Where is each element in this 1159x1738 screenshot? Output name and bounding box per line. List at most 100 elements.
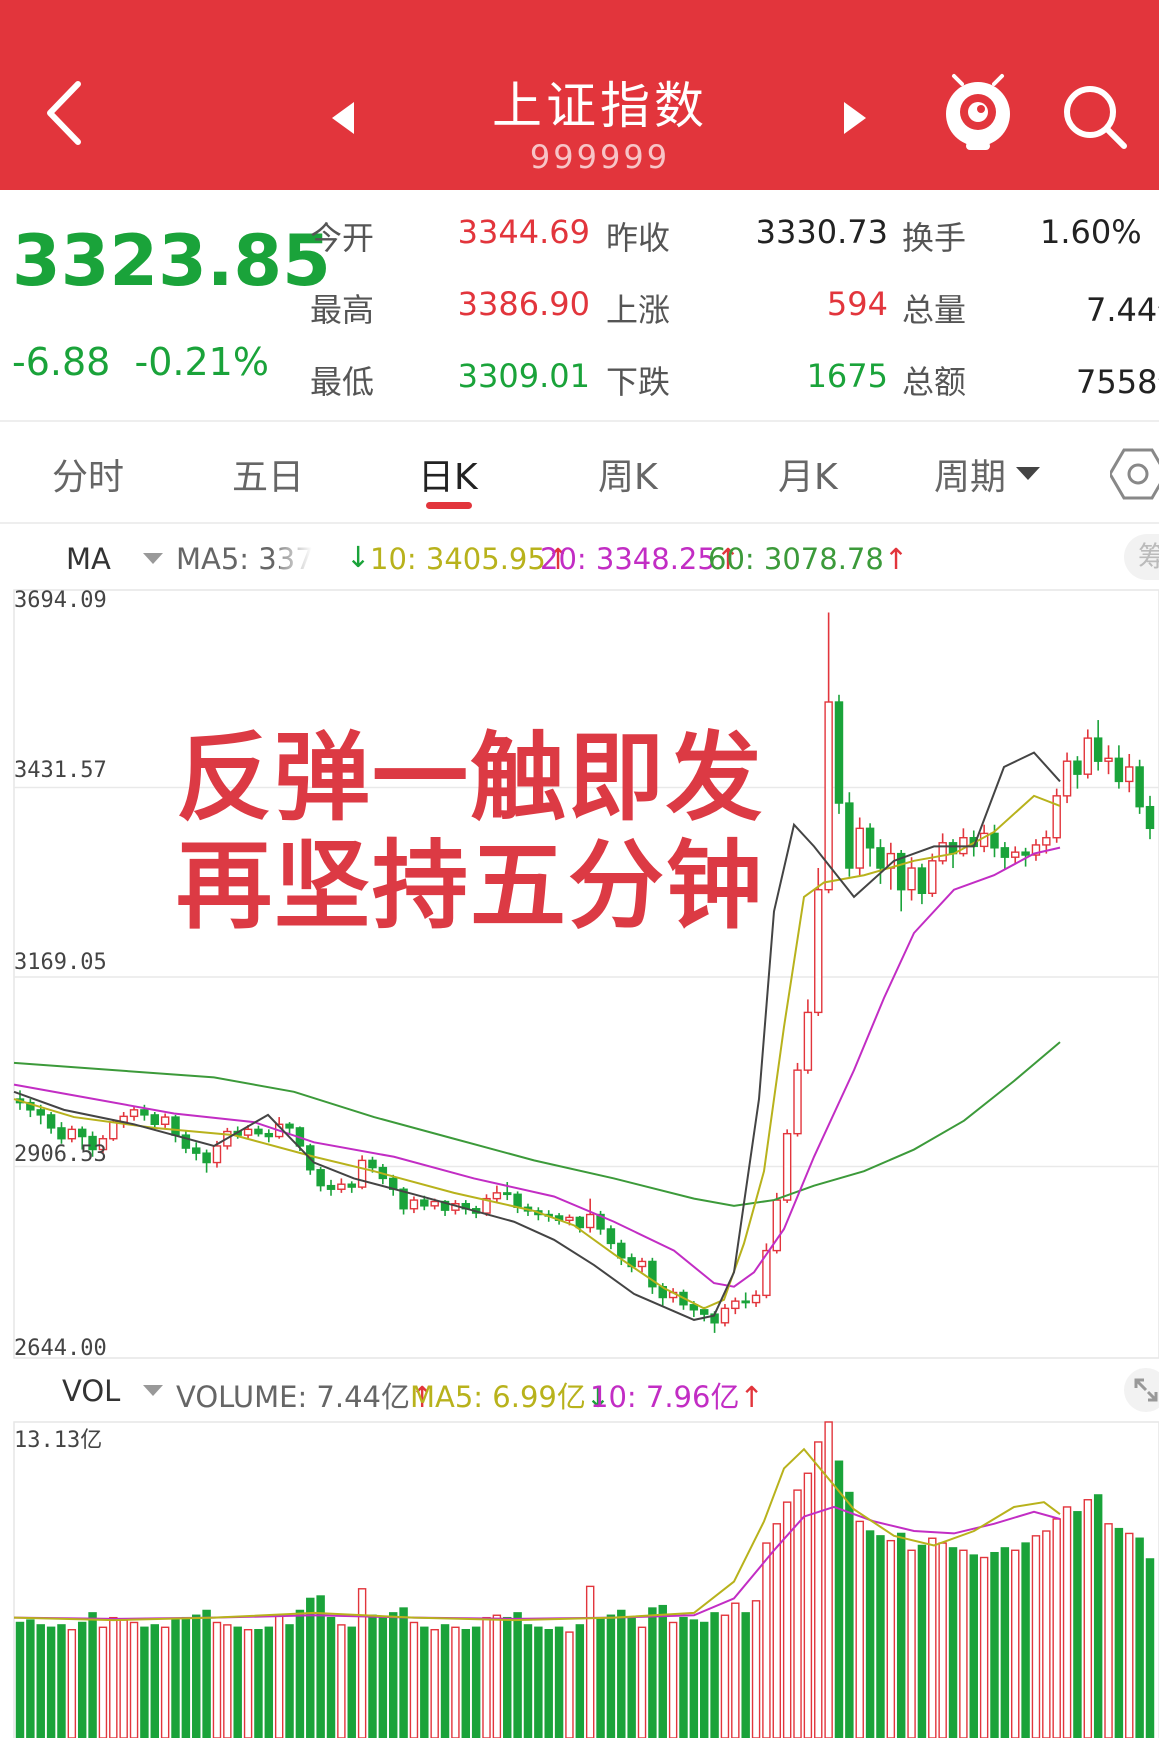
candlestick-chart[interactable] [0,580,1159,1360]
candle-body [503,1192,512,1196]
candle-body [990,832,999,849]
volume-bar [762,1542,771,1738]
candle-body [834,701,844,804]
volume-bar [554,1626,564,1738]
last-price: 3323.85 [12,220,331,302]
expand-icon[interactable] [1124,1368,1159,1412]
up-arrow-icon: ↑ [739,1380,764,1414]
high-value: 3386.90 [457,285,590,323]
ma60-line [13,1041,1061,1207]
advancers-value: 594 [826,285,888,323]
volume-bar [243,1628,253,1738]
volume-bar [471,1626,481,1738]
candle-body [150,1114,159,1125]
back-chevron-icon[interactable] [40,78,90,148]
candle-body [492,1192,502,1200]
volume-bar [710,1612,719,1738]
ma-legend-label[interactable]: MA [66,542,111,576]
search-icon[interactable] [1060,82,1130,152]
candle-body [430,1200,439,1207]
volume-bar [150,1624,159,1738]
volume-bar [565,1631,574,1738]
stock-code: 999999 [529,138,671,176]
advancers-label: 上涨 [606,291,671,329]
candle-body [782,1132,792,1201]
candle-body [337,1183,346,1190]
tab-intraday[interactable]: 分时 [52,448,124,500]
tab-monthly-k[interactable]: 月K [778,448,838,500]
vol-ma10-legend: 10: 7.96亿↑ [590,1380,764,1414]
volume-bar [720,1614,730,1738]
volume-bar [388,1612,398,1738]
tab-weekly-k[interactable]: 周K [598,448,658,500]
volume-bar [98,1626,108,1738]
candle-body [347,1183,356,1188]
decliners-label: 下跌 [606,363,671,401]
volume-bar [15,1621,25,1738]
volume-bar [585,1585,595,1738]
open-label: 今开 [310,219,375,257]
volume-bar [1052,1518,1061,1738]
volume-chart[interactable] [0,1420,1159,1738]
volume-bar [627,1616,636,1738]
volume-bar [731,1602,740,1738]
volume-bar [1135,1537,1144,1738]
volume-bar [57,1624,66,1738]
candle-body [36,1109,45,1116]
active-tab-indicator [426,502,472,509]
chip-distribution-button[interactable]: 筹 [1124,534,1159,580]
candle-body [243,1128,253,1136]
tab-five-day[interactable]: 五日 [232,448,304,500]
settings-hexagon-icon[interactable] [1110,446,1159,502]
candle-body [326,1184,336,1190]
vol-legend-label[interactable]: VOL [62,1374,120,1408]
volume-bar [855,1520,864,1738]
volume-bar [223,1624,232,1738]
candle-body [907,867,916,891]
candle-body [575,1216,585,1229]
volume-bar [492,1614,502,1738]
candle-body [1073,760,1082,775]
volume-bar [865,1530,875,1738]
high-label: 最高 [310,291,375,329]
candle-body [202,1152,211,1164]
candle-body [865,827,875,849]
volume-bar [368,1614,377,1738]
prev-triangle-icon[interactable] [328,100,358,136]
volume-bar [1000,1547,1010,1738]
price-axis-tick: 2906.53 [14,1142,107,1167]
volume-bar [420,1626,429,1738]
candle-body [513,1193,522,1209]
volume-bar [46,1626,56,1738]
candle-body [1042,837,1051,846]
volume-bar [617,1609,626,1738]
candle-body [1104,757,1113,762]
volume-bar [845,1491,854,1738]
volume-bar [482,1616,491,1738]
candle-body [77,1128,87,1138]
tab-period[interactable]: 周期 [934,448,1006,500]
volume-bar [772,1523,782,1738]
volume-bar [264,1626,274,1738]
volume-bar [202,1609,211,1738]
robot-assistant-icon[interactable] [940,72,1016,152]
candle-body [617,1242,626,1259]
volume-bar [212,1621,222,1738]
page-title: 上证指数 [492,77,708,135]
candle-body [109,1121,118,1140]
ma-dropdown-icon[interactable] [143,553,163,564]
volume-bar [668,1621,678,1738]
volume-bar [938,1542,947,1738]
chevron-down-icon[interactable] [1016,467,1040,480]
candle-body [368,1159,377,1169]
candle-body [212,1145,222,1164]
volume-bar [928,1537,937,1738]
vol-dropdown-icon[interactable] [143,1385,163,1396]
next-triangle-icon[interactable] [840,100,870,136]
volume-bar [440,1624,450,1738]
volume-bar [1104,1523,1113,1738]
volume-bar [306,1597,315,1738]
tab-daily-k[interactable]: 日K [418,448,478,500]
candle-body [1093,737,1103,762]
candle-body [1114,757,1124,783]
